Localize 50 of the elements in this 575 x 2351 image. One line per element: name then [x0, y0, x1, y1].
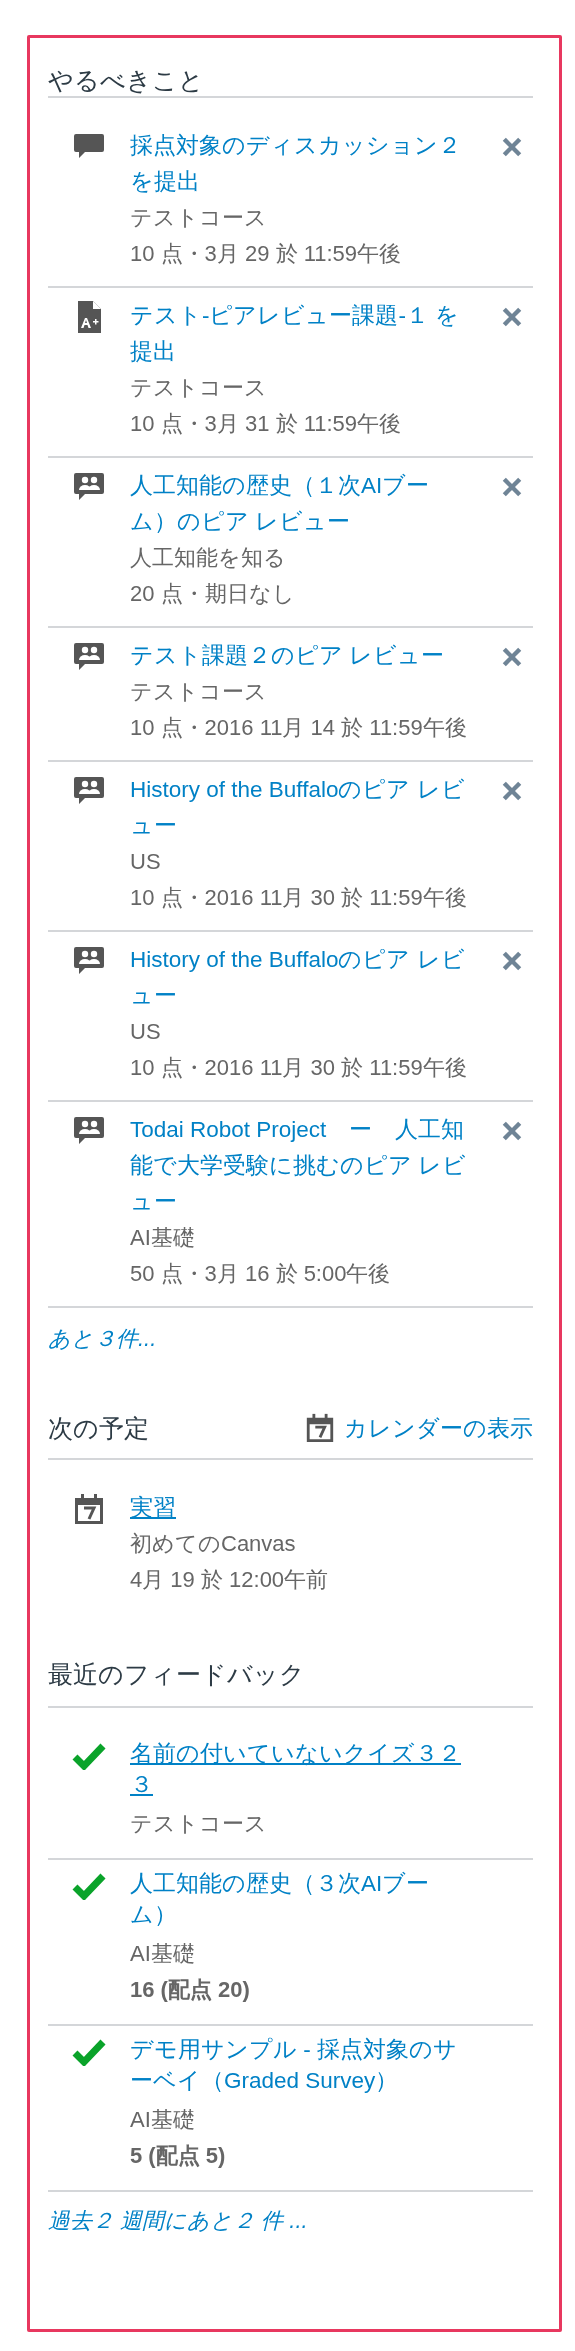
- course-name: 人工知能を知る: [130, 544, 287, 572]
- section-heading: 次の予定: [48, 1413, 149, 1444]
- score-text: 5 (配点 5): [130, 2142, 227, 2170]
- assignment-link[interactable]: デモ用サンプル - 採点対象のサーベイ（Graded Survey）: [130, 2034, 473, 2096]
- event-link[interactable]: 実習: [130, 1490, 533, 1526]
- assignment-link[interactable]: 人工知能の歴史（３次AIブーム）: [130, 1868, 473, 1930]
- close-icon[interactable]: [501, 780, 523, 802]
- close-icon[interactable]: [501, 1120, 523, 1142]
- due-info: 20 点・期日なし: [130, 580, 296, 608]
- calendar-icon: [304, 1412, 336, 1444]
- section-heading: やるべきこと: [48, 65, 205, 96]
- assignment-link[interactable]: テスト課題２のピア レビュー: [130, 638, 475, 674]
- course-name: テストコース: [130, 374, 268, 402]
- assignment-link[interactable]: History of the Buffaloのピア レビュー: [130, 942, 475, 1014]
- close-icon[interactable]: [501, 950, 523, 972]
- calendar-icon: [72, 1492, 106, 1526]
- close-icon[interactable]: [501, 476, 523, 498]
- due-info: 10 点・2016 11月 30 於 11:59午後: [130, 1054, 468, 1082]
- assignment-link[interactable]: 採点対象のディスカッション２を提出: [130, 128, 475, 200]
- close-icon[interactable]: [501, 306, 523, 328]
- due-info: 10 点・2016 11月 30 於 11:59午後: [130, 884, 468, 912]
- due-info: 10 点・2016 11月 14 於 11:59午後: [130, 714, 468, 742]
- course-name: テストコース: [130, 204, 268, 232]
- assignment-link[interactable]: 名前の付いていないクイズ３２３: [130, 1738, 473, 1800]
- assignment-link[interactable]: 人工知能の歴史（１次AIブーム）のピア レビュー: [130, 468, 475, 540]
- more-link[interactable]: あと３件...: [48, 1324, 533, 1354]
- close-icon[interactable]: [501, 136, 523, 158]
- event-date: 4月 19 於 12:00午前: [130, 1566, 330, 1594]
- due-info: 50 点・3月 16 於 5:00午後: [130, 1260, 392, 1288]
- course-name: US: [130, 1018, 162, 1046]
- more-link[interactable]: 過去２ 週間にあと２ 件 ...: [48, 2206, 533, 2236]
- course-name: AI基礎: [130, 1224, 196, 1252]
- assignment-link[interactable]: Todai Robot Project ー 人工知能で大学受験に挑むのピア レビュー: [130, 1112, 475, 1220]
- course-name: US: [130, 848, 162, 876]
- due-info: 10 点・3月 29 於 11:59午後: [130, 240, 403, 268]
- course-name: 初めてのCanvas: [130, 1530, 297, 1558]
- course-name: AI基礎: [130, 1940, 196, 1968]
- assignment-link[interactable]: テスト-ピアレビュー課題-１ を提出: [130, 298, 475, 370]
- close-icon[interactable]: [501, 646, 523, 668]
- course-name: テストコース: [130, 678, 268, 706]
- due-info: 10 点・3月 31 於 11:59午後: [130, 410, 403, 438]
- course-name: テストコース: [130, 1810, 268, 1838]
- checkmark-icon: [72, 1742, 106, 1770]
- course-name: AI基礎: [130, 2106, 196, 2134]
- checkmark-icon: [72, 2038, 106, 2066]
- score-text: 16 (配点 20): [130, 1976, 251, 2004]
- section-heading: 最近のフィードバック: [48, 1659, 306, 1690]
- checkmark-icon: [72, 1872, 106, 1900]
- assignment-link[interactable]: History of the Buffaloのピア レビュー: [130, 772, 475, 844]
- calendar-link[interactable]: カレンダーの表示: [304, 1412, 533, 1444]
